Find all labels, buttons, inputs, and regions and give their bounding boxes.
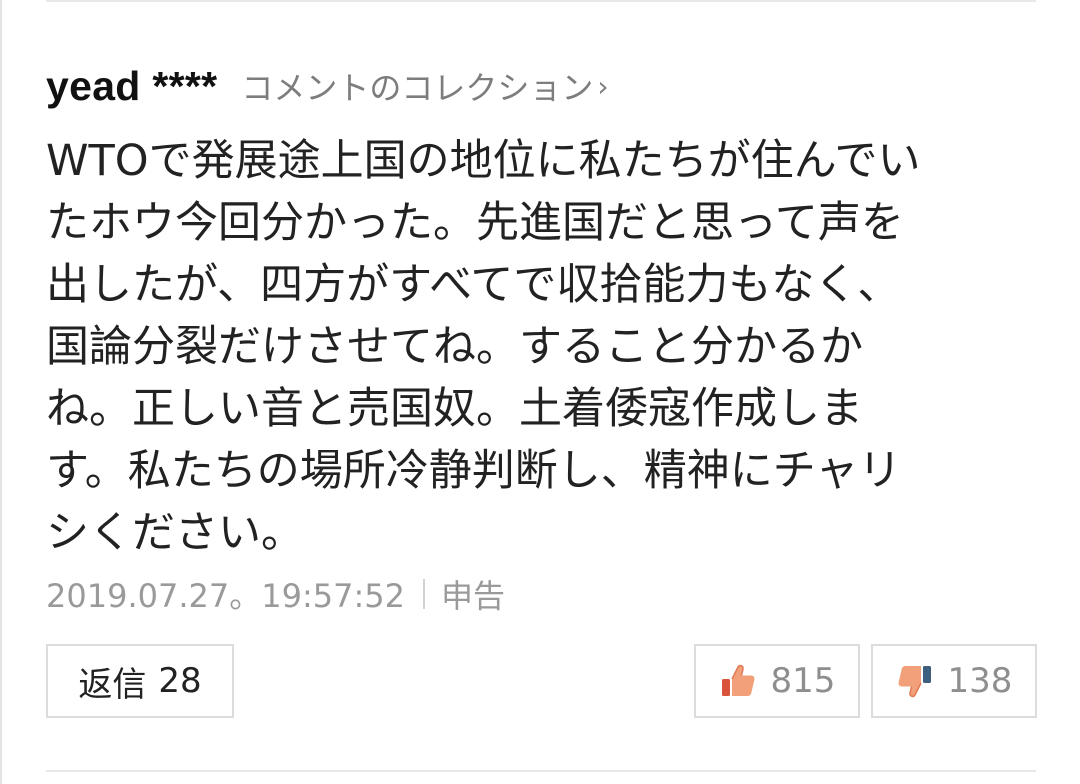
thumbs-down-icon [896,662,934,700]
comment-collection-link[interactable]: コメントのコレクション › [241,63,608,109]
comment-line: 出したが、四方がすべてで収拾能力もなく、 [46,260,901,310]
username[interactable]: yead **** [46,63,217,110]
comment-line: 国論分裂だけさせてね。すること分かるか [46,322,863,372]
comment-line: す。私たちの場所冷静判断し、精神にチャリ [46,446,902,496]
comment-collection-label: コメントのコレクション [241,69,594,107]
comment-line: たホウ今回分かった。先進国だと思って声を [46,198,904,248]
thumbs-up-icon [719,662,757,700]
comment-timestamp: 2019.07.27。19:57:52 [46,577,405,615]
like-button[interactable]: 815 [694,644,860,718]
comment-line: シください。 [46,508,304,558]
bottom-divider [46,770,1036,772]
comment-body: WTOで発展途上国の地位に私たちが住んでい たホウ今回分かった。先進国だと思って… [46,130,1021,564]
left-edge-divider [0,0,2,784]
reply-label: 返信 [78,664,147,705]
reply-button[interactable]: 返信 28 [46,644,234,718]
comment-line: ね。正しい音と売国奴。土着倭寇作成しま [46,384,863,434]
dislike-button[interactable]: 138 [871,644,1037,718]
comment-line: WTOで発展途上国の地位に私たちが住んでい [46,136,921,186]
report-link[interactable]: 申告 [441,571,505,617]
comment-meta: 2019.07.27。19:57:52 申告 [46,572,505,616]
dislike-count: 138 [947,661,1013,701]
chevron-right-icon: › [597,69,609,103]
meta-divider [422,579,425,609]
like-count: 815 [770,661,836,701]
top-divider [46,0,1036,2]
comment-header: yead **** コメントのコレクション › [46,58,609,114]
reply-count: 28 [158,661,202,701]
